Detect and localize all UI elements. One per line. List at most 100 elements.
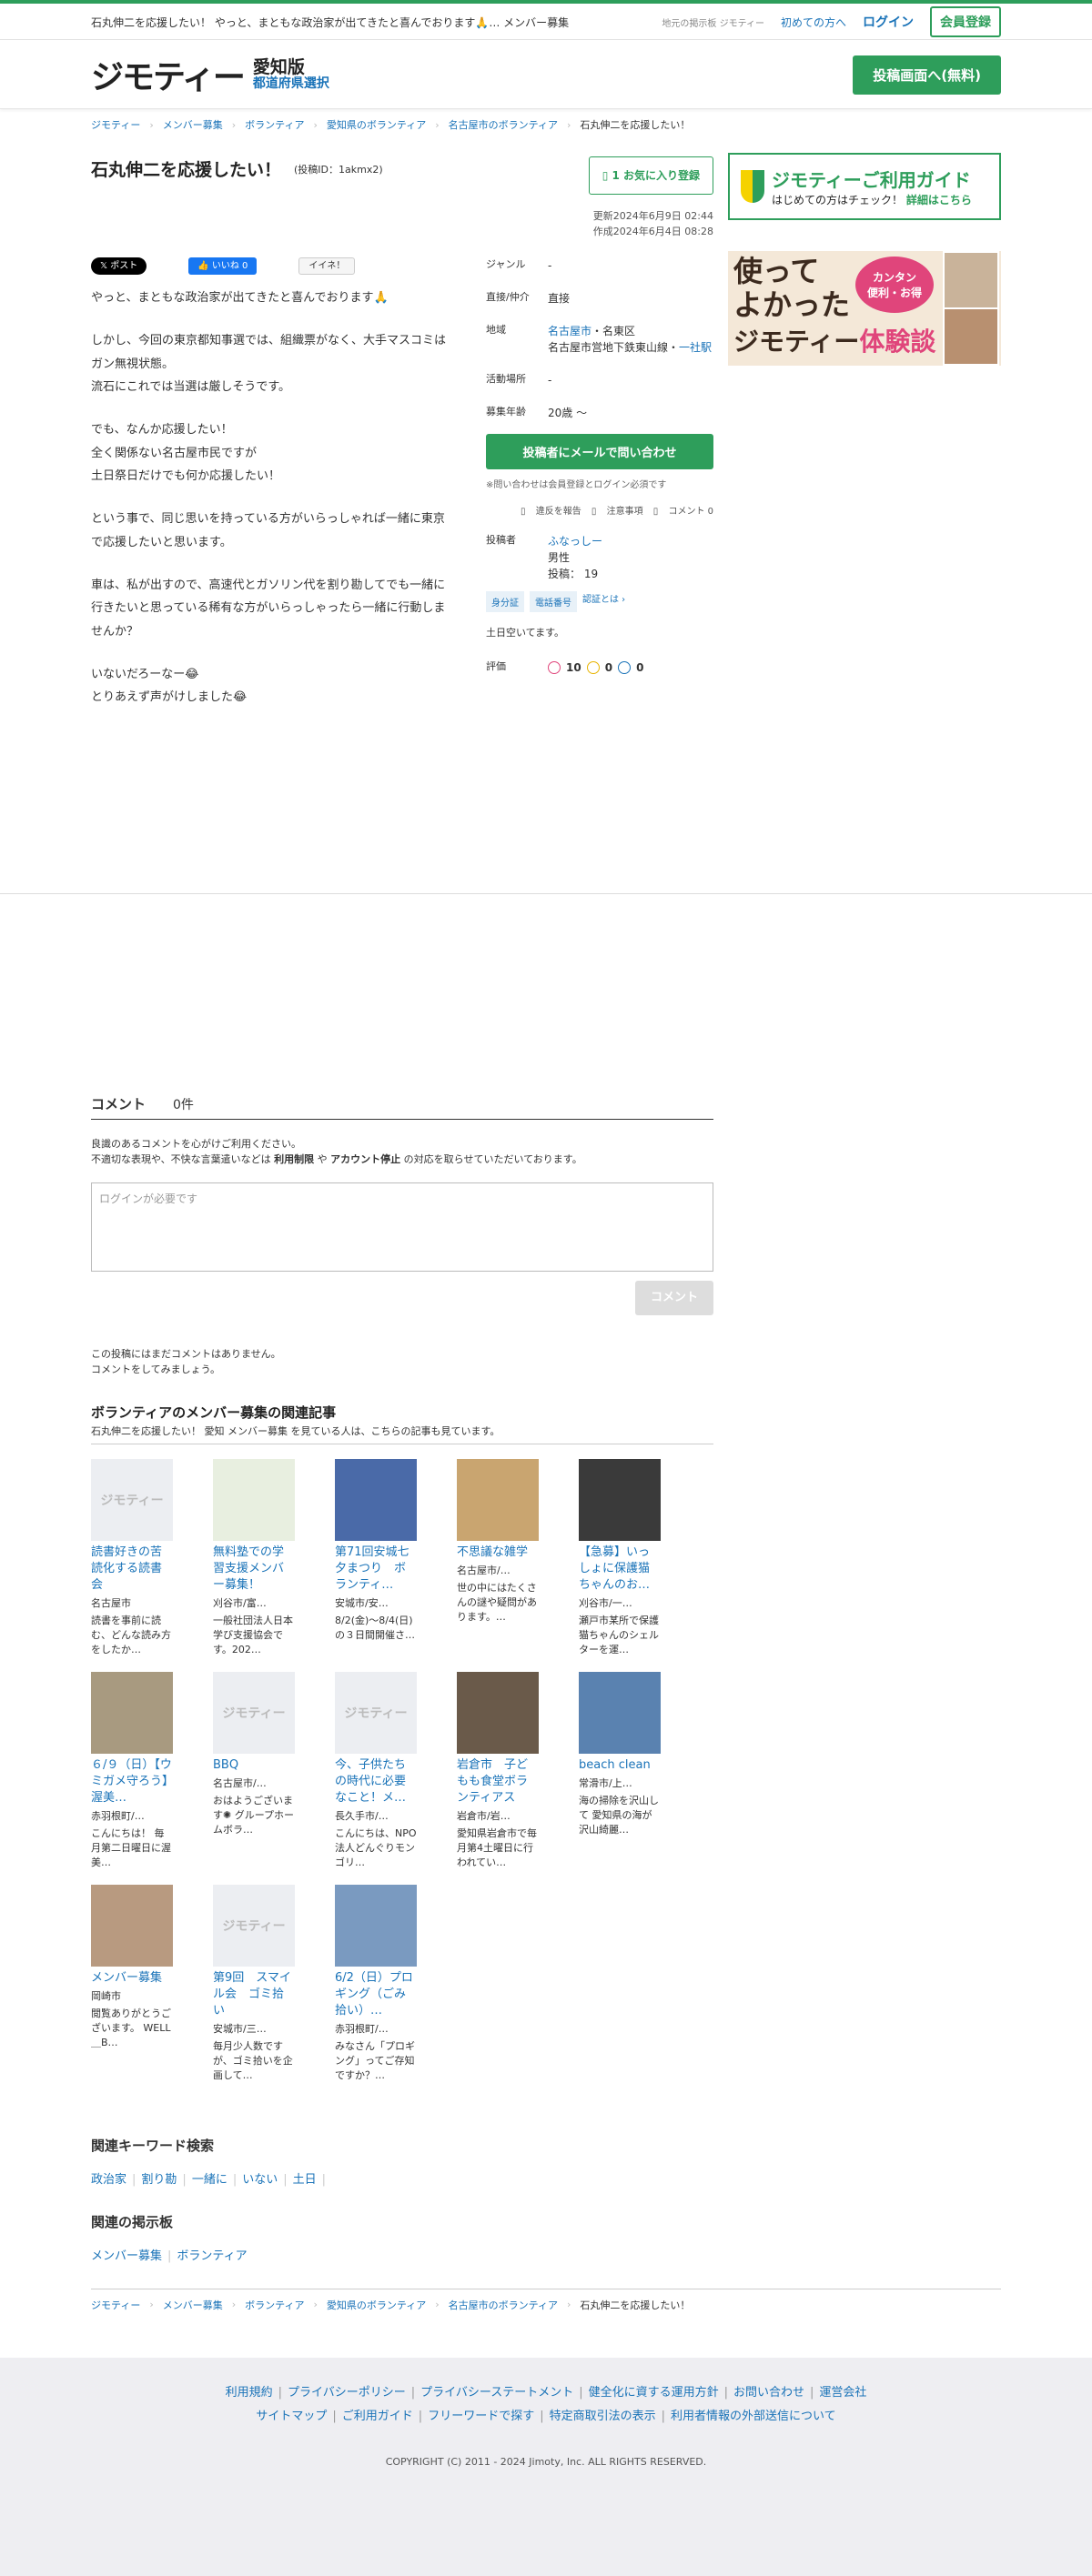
first-time-link[interactable]: 初めての方へ <box>781 15 846 30</box>
beginner-leaf-icon <box>741 170 764 203</box>
footer-link[interactable]: 健全化に資する運用方針 <box>589 2386 719 2400</box>
register-button[interactable]: 会員登録 <box>930 6 1001 37</box>
related-card[interactable]: 無料塾での学習支援メンバー募集！ 刈谷市/富… 一般社団法人日本学び支援協会です。2… <box>213 1459 295 1663</box>
related-card[interactable]: メンバー募集 岡崎市 閲覧ありがとうございます。 WELL＿B… <box>91 1885 173 2088</box>
experience-banner[interactable]: 使って よかった カンタン 便利・お得 ジモティー体験談 <box>728 251 1001 366</box>
comment-textarea[interactable]: ログインが必要です <box>91 1182 713 1272</box>
separator: | <box>182 2173 187 2188</box>
related-card[interactable]: ６/９（日）【ウミガメ守ろう】渥美… 赤羽根町/… こんにちは！ 毎月第二日曜日に渥… <box>91 1672 173 1876</box>
board-heading: 関連の掲示板 <box>91 2214 174 2231</box>
footer-link[interactable]: サイトマップ <box>256 2410 327 2423</box>
related-thumbnail <box>335 1459 417 1542</box>
related-location: 常滑市/上… <box>579 1777 632 1790</box>
site-logo[interactable]: ジモティー <box>91 51 246 98</box>
availability-text: 土日空いてます。 <box>486 627 565 639</box>
breadcrumb-item[interactable]: ジモティー <box>91 117 140 132</box>
station-link[interactable]: 一社駅 <box>679 341 712 354</box>
related-card[interactable]: ジモティー 今、子供たちの時代に必要なこと！メ… 長久手市/… こんにちは、NPO法人… <box>335 1672 417 1876</box>
related-card[interactable]: 不思議な雑学 名古屋市/… 世の中にはたくさんの謎や疑問があります。… <box>457 1459 539 1663</box>
related-desc: 読書を事前に読む、どんな読み方をしたか… <box>91 1615 171 1655</box>
footer-link[interactable]: プライバシーポリシー <box>288 2386 406 2400</box>
related-card[interactable]: beach clean 常滑市/上… 海の掃除を沢山して 愛知県の海が沢山綺麗… <box>579 1672 661 1876</box>
keyword-link[interactable]: いない <box>242 2173 278 2187</box>
related-sub: 石丸伸二を応援したい！ 愛知 メンバー募集 を見ている人は、こちらの記事も見てい… <box>91 1424 713 1445</box>
comment-rule-1: 良識のあるコメントを心がけご利用ください。 <box>91 1137 301 1150</box>
breadcrumb-item[interactable]: 名古屋市のボランティア <box>449 2298 558 2312</box>
favorite-button[interactable]: ▯ 1 お気に入り登録 <box>588 156 713 195</box>
related-title: 第71回安城七夕まつり ボランティ… <box>335 1545 410 1593</box>
poster-name-link[interactable]: ふなっしー <box>548 535 602 548</box>
related-location: 刈谷市/富… <box>213 1597 267 1610</box>
copyright: COPYRIGHT (C) 2011 - 2024 Jimoty, Inc. A… <box>385 2456 707 2468</box>
comment-count-link[interactable]: ▯ コメント 0 <box>653 507 713 517</box>
footer-link[interactable]: フリーワードで探す <box>428 2410 534 2423</box>
footer-link[interactable]: 利用者情報の外部送信について <box>671 2410 836 2423</box>
separator: | <box>332 2410 337 2423</box>
related-desc: こんにちは、NPO法人どんぐりモンゴリ… <box>335 1827 417 1868</box>
board-link[interactable]: メンバー募集 <box>91 2249 162 2263</box>
related-location: 赤羽根町/… <box>335 2023 389 2036</box>
site-header: ジモティー 愛知版 都道府県選択 投稿画面へ(無料) <box>0 40 1092 109</box>
related-card[interactable]: 岩倉市 子どもも食堂ボランティアスタ… 岩倉市/岩… 愛知県岩倉市で毎月第4土曜日に… <box>457 1672 539 1876</box>
poster-post-count: 投稿： 19 <box>548 568 599 580</box>
post-page-button[interactable]: 投稿画面へ(無料) <box>853 55 1001 95</box>
place-label: 活動場所 <box>486 373 526 385</box>
contact-note: ※問い合わせは会員登録とログイン必須です <box>486 480 667 490</box>
breadcrumb-item[interactable]: 名古屋市のボランティア <box>449 117 558 132</box>
post-info-table: ジャンル - 直接/仲介 直接 地域 名古屋市・名東区 名古屋市営地下鉄東山線・一社… <box>486 257 713 730</box>
keyword-link[interactable]: 政治家 <box>91 2173 126 2187</box>
usage-guide-banner[interactable]: ジモティーご利用ガイド はじめての方はチェック！ 詳細はこちら <box>728 153 1001 220</box>
genre-label: ジャンル <box>486 258 526 270</box>
contact-button[interactable]: 投稿者にメールで問い合わせ <box>486 434 713 469</box>
breadcrumb-item[interactable]: 愛知県のボランティア <box>327 2298 426 2312</box>
separator: | <box>418 2410 423 2423</box>
related-card[interactable]: 【急募】いっしょに保護猫ちゃんのお… 刈谷市/一… 瀬戸市某所で保護猫ちゃんのシェル… <box>579 1459 661 1663</box>
iine-button[interactable]: イイネ！ <box>298 257 356 275</box>
login-link[interactable]: ログイン <box>863 13 914 31</box>
related-desc: 瀬戸市某所で保護猫ちゃんのシェルターを運… <box>579 1615 659 1655</box>
board-link[interactable]: ボランティア <box>177 2249 247 2263</box>
guide-sub: はじめての方はチェック！ <box>772 194 904 206</box>
breadcrumb-item[interactable]: ボランティア <box>245 2298 304 2312</box>
separator: | <box>132 2173 136 2188</box>
banner-text: 使って よかった <box>733 254 851 322</box>
x-post-button[interactable]: 𝕏 ポスト <box>91 257 147 275</box>
keyword-link[interactable]: 一緒に <box>192 2173 228 2187</box>
area-city-link[interactable]: 名古屋市 <box>548 325 592 337</box>
breadcrumb-item[interactable]: ジモティー <box>91 2298 140 2312</box>
desc-paragraph: やっと、まともな政治家が出てきたと喜んでおります🙏 <box>91 291 389 305</box>
related-title: メンバー募集 <box>91 1971 163 1986</box>
related-card[interactable]: 6/2（日）プロギング（ごみ拾い）… 赤羽根町/… みなさん「プロギング」ってご存知… <box>335 1885 417 2088</box>
breadcrumb-item[interactable]: 愛知県のボランティア <box>327 117 426 132</box>
footer-link[interactable]: お問い合わせ <box>733 2386 804 2400</box>
bad-face-icon <box>618 661 632 674</box>
related-thumbnail <box>91 1885 173 1967</box>
breadcrumb-item[interactable]: メンバー募集 <box>163 117 223 132</box>
related-card[interactable]: 第71回安城七夕まつり ボランティ… 安城市/安… 8/2(金)〜8/4(日)の３日… <box>335 1459 417 1663</box>
related-card[interactable]: ジモティー BBQ 名古屋市/… おはようございます✺ グループホームボラ… <box>213 1672 295 1876</box>
footer-link[interactable]: 運営会社 <box>819 2386 866 2400</box>
footer-link[interactable]: プライバシーステートメント <box>420 2386 573 2400</box>
footer-link[interactable]: ご利用ガイド <box>342 2410 413 2423</box>
footer-link[interactable]: 利用規約 <box>226 2386 273 2400</box>
prefecture-select-link[interactable]: 都道府県選択 <box>253 76 329 91</box>
banner-photo <box>943 251 999 309</box>
footer-link[interactable]: 特定商取引法の表示 <box>550 2410 656 2423</box>
related-card[interactable]: ジモティー 第9回 スマイル会 ゴミ拾い 安城市/三… 毎月少人数ですが、ゴミ拾いを企… <box>213 1885 295 2088</box>
caution-link[interactable]: ▯ 注意事項 <box>592 507 643 517</box>
related-card[interactable]: ジモティー 読書好きの苦読化する読書会 名古屋市 読書を事前に読む、どんな読み方をした… <box>91 1459 173 1663</box>
guide-title: ジモティーご利用ガイド <box>772 169 971 191</box>
breadcrumb-item[interactable]: メンバー募集 <box>163 2298 223 2312</box>
breadcrumb-item[interactable]: ボランティア <box>245 117 304 132</box>
facebook-like-button[interactable]: 👍 いいね 0 <box>188 257 258 275</box>
related-title: 読書好きの苦読化する読書会 <box>91 1545 163 1593</box>
comment-submit-button[interactable]: コメント <box>635 1281 713 1315</box>
related-title: ６/９（日）【ウミガメ守ろう】渥美… <box>91 1758 172 1806</box>
top-bar: 石丸伸二を応援したい！ やっと、まともな政治家が出てきたと喜んでおります🙏… メ… <box>0 0 1092 40</box>
comment-rule-2: 不適切な表現や、不快な言葉遣いなどは 利用制限 や アカウント停止 の対応を取ら… <box>91 1153 582 1166</box>
report-link[interactable]: ▯ 違反を報告 <box>521 507 581 517</box>
keyword-link[interactable]: 割り勘 <box>141 2173 177 2187</box>
keyword-link[interactable]: 土日 <box>293 2173 317 2187</box>
related-desc: 世の中にはたくさんの謎や疑問があります。… <box>457 1582 537 1624</box>
verification-info-link[interactable]: 認証とは › <box>582 591 625 612</box>
